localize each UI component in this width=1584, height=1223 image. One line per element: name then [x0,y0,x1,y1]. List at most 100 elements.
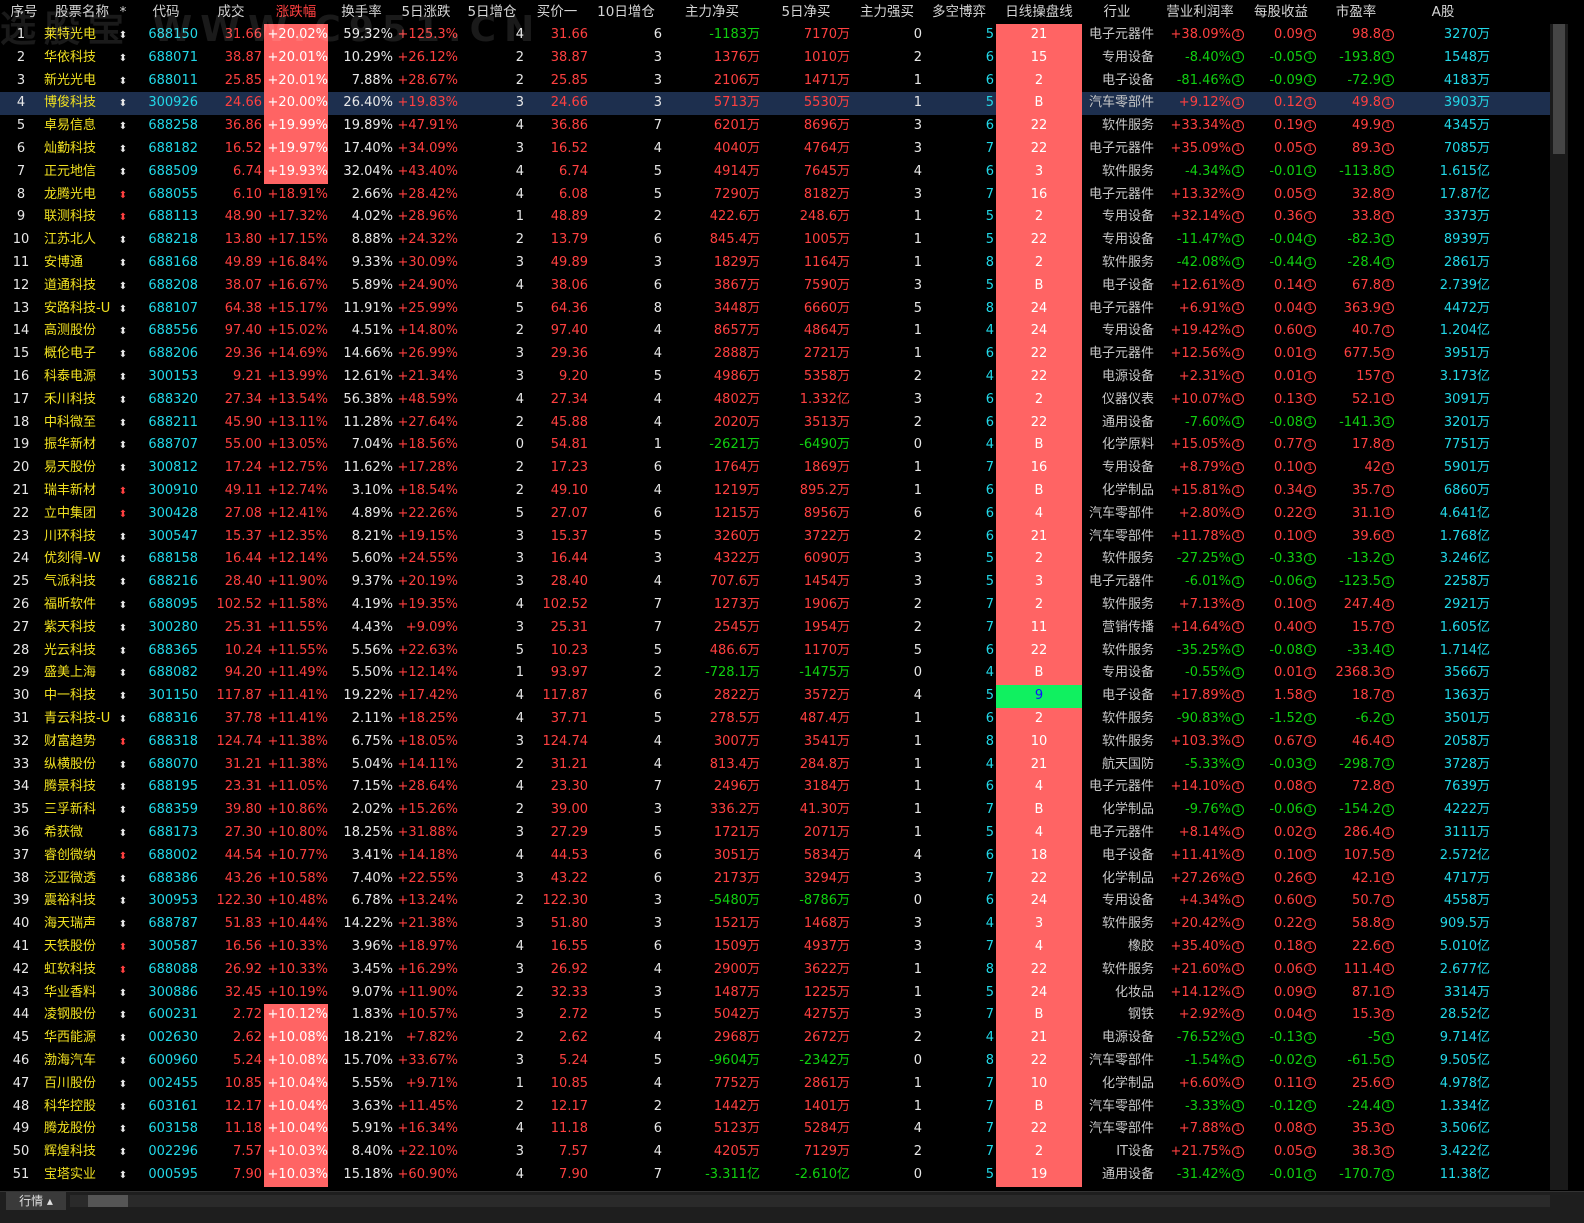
table-row[interactable]: 46 渤海汽车 ⬍ 600960 5.24 +10.08% 15.70% +33.67% 3 5.… [0,1050,1568,1074]
header-code[interactable]: 代码 [134,0,198,24]
table-row[interactable]: 9 联测科技 ⬍ 688113 48.90 +17.32% 4.02% +28.96% 1 48.… [0,206,1568,231]
table-row[interactable]: 26 福昕软件 ⬍ 688095 102.52 +11.58% 4.19% +19.35% 4 1… [0,594,1568,618]
cell-net: 7290万 [713,186,760,202]
cell-inc5: 3 [515,825,524,840]
cell-name: 川环科技 [44,528,97,544]
margin-value: +12.56% [1170,346,1231,362]
table-row[interactable]: 30 中一科技 ⬍ 301150 117.87 +11.41% 19.22% +17.42% 4… [0,685,1568,709]
header-inc5[interactable]: 5日增仓 [460,0,524,24]
circled-one-icon: 1 [1232,28,1244,41]
table-row[interactable]: 8 龙腾光电 ⬍ 688055 6.10 +18.91% 2.66% +28.42% 4 6.08… [0,183,1568,208]
eps-value: 0.67 [1274,733,1303,749]
updown-arrow-icon: ⬍ [118,736,128,748]
table-row[interactable]: 28 光云科技 ⬍ 688365 10.24 +11.55% 5.56% +22.63% 5 10… [0,639,1568,664]
table-row[interactable]: 12 道通科技 ⬍ 688208 38.07 +16.67% 5.89% +24.90% 4 38… [0,274,1568,299]
table-row[interactable]: 21 瑞丰新材 ⬍ 300910 49.11 +12.74% 3.10% +18.54% 2 49… [0,480,1568,504]
cell-margin: +2.92% 1 [1156,1004,1244,1027]
header-game[interactable]: 多空博弈 [924,0,994,24]
table-row[interactable]: 7 正元地信 ⬍ 688509 6.74 +19.93% 32.04% +43.40% 4 6.7… [0,160,1568,185]
table-row[interactable]: 15 概伦电子 ⬍ 688206 29.36 +14.69% 14.66% +26.99% 3 2… [0,343,1568,367]
header-name[interactable]: 股票名称 [48,0,116,24]
cell-name: 华业香料 [44,984,97,1000]
header-net[interactable]: 主力净买 [664,0,760,24]
header-star[interactable]: * [116,0,130,24]
table-row[interactable]: 37 睿创微纳 ⬍ 688002 44.54 +10.77% 3.41% +14.18% 4 44… [0,844,1568,869]
cell-net5: 2071万 [803,825,850,840]
header-seq[interactable]: 序号 [4,0,44,24]
table-row[interactable]: 31 青云科技-U ⬍ 688316 37.78 +11.41% 2.11% +18.25% 4… [0,708,1568,732]
table-row[interactable]: 38 泛亚微透 ⬍ 688386 43.26 +10.58% 7.40% +22.55% 3 43… [0,867,1568,892]
table-row[interactable]: 24 优刻得-W ⬍ 688158 16.44 +12.14% 5.60% +24.55% 3 1… [0,548,1568,573]
table-row[interactable]: 36 希获微 ⬍ 688173 27.30 +10.80% 18.25% +31.88% 3 27… [0,822,1568,846]
cell-name: 震裕科技 [44,893,97,909]
header-margin[interactable]: 营业利润率 [1156,0,1244,24]
pe-value: 50.7 [1352,893,1381,909]
table-row[interactable]: 1 莱特光电 ⬍ 688150 31.66 +20.02% 59.32% +125.3% 4 31… [0,24,1568,48]
header-daily[interactable]: 日线操盘线 [996,0,1082,24]
table-row[interactable]: 11 安博通 ⬍ 688168 49.89 +16.84% 9.33% +30.09% 3 49.… [0,252,1568,276]
table-row[interactable]: 45 华西能源 ⬍ 002630 2.62 +10.08% 18.21% +7.82% 2 2.6… [0,1027,1568,1051]
table-row[interactable]: 22 立中集团 ⬍ 300428 27.08 +12.41% 4.89% +22.26% 5 27… [0,502,1568,527]
table-row[interactable]: 25 气派科技 ⬍ 688216 28.40 +11.90% 9.37% +20.19% 3 28… [0,571,1568,595]
cell-bid: 122.30 [542,893,589,909]
table-row[interactable]: 50 辉煌科技 ⬍ 002296 7.57 +10.03% 8.40% +22.10% 3 7.5… [0,1141,1568,1165]
header-strength[interactable]: 主力强买 [852,0,922,24]
table-row[interactable]: 40 海天瑞声 ⬍ 688787 51.83 +10.44% 14.22% +21.38% 3 5… [0,913,1568,937]
header-bid[interactable]: 买价一 [526,0,588,24]
table-row[interactable]: 34 腾景科技 ⬍ 688195 23.31 +11.05% 7.15% +28.64% 4 23… [0,776,1568,801]
horizontal-scrollbar-thumb[interactable] [88,1195,128,1207]
table-row[interactable]: 35 三孚新科 ⬍ 688359 39.80 +10.86% 2.02% +15.26% 2 39… [0,799,1568,823]
cell-bid: 2.62 [559,1030,588,1046]
circled-one-icon: 1 [1232,74,1244,87]
table-row[interactable]: 18 中科微至 ⬍ 688211 45.90 +13.11% 11.28% +27.64% 2 4… [0,411,1568,436]
table-row[interactable]: 41 天铁股份 ⬍ 300587 16.56 +10.33% 3.96% +18.97% 4 16… [0,936,1568,960]
table-row[interactable]: 48 科华控股 ⬍ 603161 12.17 +10.04% 3.63% +11.45% 2 12… [0,1095,1568,1120]
vertical-scrollbar-thumb[interactable] [1553,24,1565,154]
table-row[interactable]: 17 禾川科技 ⬍ 688320 27.34 +13.54% 56.38% +48.59% 4 2… [0,388,1568,413]
table-row[interactable]: 6 灿勤科技 ⬍ 688182 16.52 +19.97% 17.40% +34.09% 3 16… [0,138,1568,162]
header-chg[interactable]: 涨跌幅 [264,0,328,24]
table-row[interactable]: 49 腾龙股份 ⬍ 603158 11.18 +10.04% 5.91% +16.34% 4 11… [0,1118,1568,1143]
table-row[interactable]: 44 凌钢股份 ⬍ 600231 2.72 +10.12% 1.83% +10.57% 3 2.7… [0,1004,1568,1029]
cell-eps: 0.12 1 [1246,92,1316,115]
header-eps[interactable]: 每股收益 [1246,0,1316,24]
table-row[interactable]: 2 华依科技 ⬍ 688071 38.87 +20.01% 10.29% +26.12% 2 38… [0,46,1568,71]
header-inc10[interactable]: 10日增仓 [590,0,662,24]
table-row[interactable]: 33 纵横股份 ⬍ 688070 31.21 +11.38% 5.04% +14.11% 2 31… [0,753,1568,778]
table-row[interactable]: 42 虹软科技 ⬍ 688088 26.92 +10.33% 3.45% +16.29% 3 26… [0,958,1568,983]
cell-turn: 14.22% [343,916,393,932]
table-row[interactable]: 13 安路科技-U ⬍ 688107 64.38 +15.17% 11.91% +25.99%… [0,297,1568,322]
table-row[interactable]: 32 财富趋势 ⬍ 688318 124.74 +11.38% 6.75% +18.05% 3 1… [0,730,1568,755]
header-chg5[interactable]: 5日涨跌 [394,0,458,24]
header-ashare[interactable]: A股 [1396,0,1490,24]
circled-one-icon: 1 [1232,872,1244,885]
header-turn[interactable]: 换手率 [330,0,393,24]
circled-one-icon: 1 [1304,28,1316,41]
header-price[interactable]: 成交 [200,0,262,24]
cell-bid: 7.90 [559,1167,588,1182]
circled-one-icon: 1 [1382,1077,1394,1090]
table-row[interactable]: 16 科泰电源 ⬍ 300153 9.21 +13.99% 12.61% +21.34% 3 9.… [0,366,1568,390]
header-net5[interactable]: 5日净买 [762,0,850,24]
header-industry[interactable]: 行业 [1080,0,1154,24]
table-row[interactable]: 3 新光光电 ⬍ 688011 25.85 +20.01% 7.88% +28.67% 2 25.… [0,69,1568,94]
table-row[interactable]: 23 川环科技 ⬍ 300547 15.37 +12.35% 8.21% +19.15% 3 15… [0,525,1568,550]
table-row[interactable]: 10 江苏北人 ⬍ 688218 13.80 +17.15% 8.88% +24.32% 2 13… [0,229,1568,253]
horizontal-scrollbar[interactable] [70,1195,1550,1207]
tab-quote[interactable]: 行情 ▴ [6,1192,66,1210]
table-row[interactable]: 14 高测股份 ⬍ 688556 97.40 +15.02% 4.51% +14.80% 2 97… [0,320,1568,345]
table-row[interactable]: 19 振华新材 ⬍ 688707 55.00 +13.05% 7.04% +18.56% 0 54… [0,434,1568,459]
header-pe[interactable]: 市盈率 [1318,0,1394,24]
table-row[interactable]: 43 华业香料 ⬍ 300886 32.45 +10.19% 9.07% +11.90% 2 32… [0,981,1568,1006]
table-row[interactable]: 20 易天股份 ⬍ 300812 17.24 +12.75% 11.62% +17.28% 2 1… [0,457,1568,481]
cell-ashare: 4222万 [1443,802,1490,818]
table-row[interactable]: 51 宝塔实业 ⬍ 000595 7.90 +10.03% 15.18% +60.90% 4 7.… [0,1164,1568,1188]
table-row[interactable]: 5 卓易信息 ⬍ 688258 36.86 +19.99% 19.89% +47.91% 4 36… [0,115,1568,139]
table-row[interactable]: 29 盛美上海 ⬍ 688082 94.20 +11.49% 5.50% +12.14% 1 93… [0,662,1568,687]
cell-chg: +10.48% [267,893,328,909]
table-row[interactable]: 27 紫天科技 ⬍ 300280 25.31 +11.55% 4.43% +9.09% 3 25.… [0,616,1568,641]
table-row[interactable]: 4 博俊科技 ⬍ 300926 24.66 +20.00% 26.40% +19.83% 3 24… [0,92,1568,117]
table-row[interactable]: 47 百川股份 ⬍ 002455 10.85 +10.04% 5.55% +9.71% 1 10.… [0,1072,1568,1097]
vertical-scrollbar[interactable] [1550,24,1568,1190]
table-row[interactable]: 39 震裕科技 ⬍ 300953 122.30 +10.48% 6.78% +13.24% 2 1… [0,890,1568,915]
